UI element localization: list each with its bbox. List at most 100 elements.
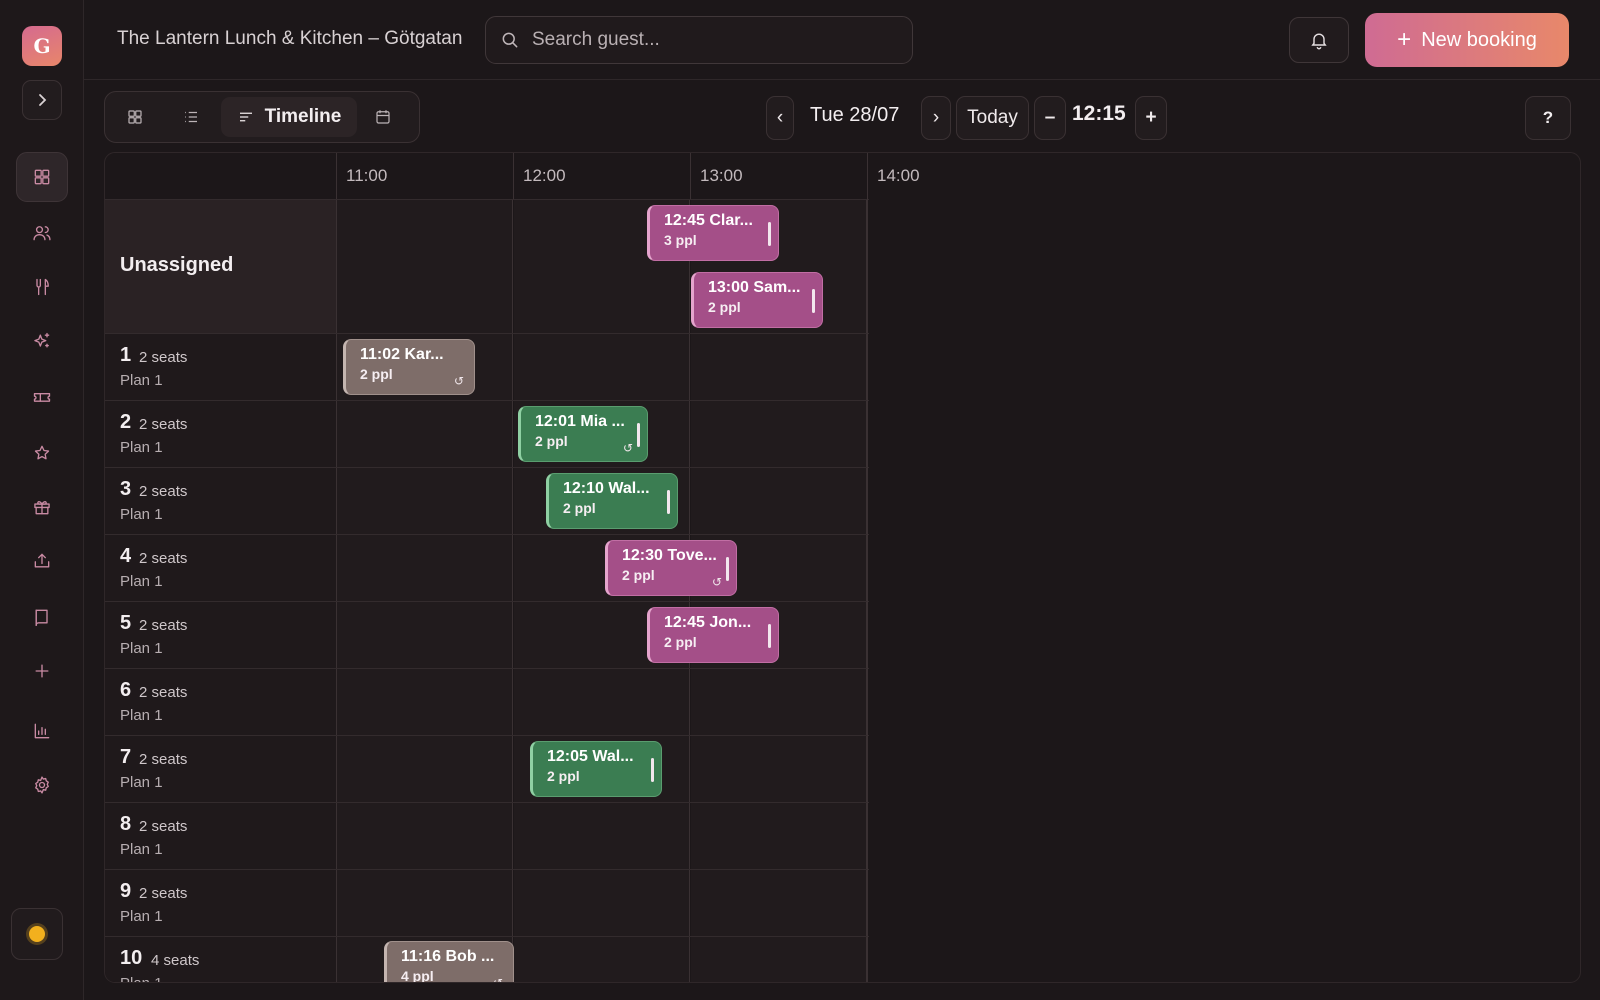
table-number: 5 xyxy=(120,612,132,634)
booking-title: 12:10 Wal... xyxy=(563,480,650,497)
booking-title: 12:05 Wal... xyxy=(547,748,634,765)
time-slot[interactable] xyxy=(691,669,867,735)
current-date[interactable]: Tue 28/07 xyxy=(810,104,899,127)
table-plan: Plan 1 xyxy=(120,506,163,523)
nav-reports[interactable] xyxy=(16,706,68,756)
time-slot[interactable] xyxy=(691,401,867,467)
hour-header: 14:00 xyxy=(867,153,1044,199)
time-slot[interactable] xyxy=(691,736,867,802)
nav-settings[interactable] xyxy=(16,760,68,810)
time-slot[interactable] xyxy=(337,535,513,601)
venue-title[interactable]: The Lantern Lunch & Kitchen – Götgatan xyxy=(117,28,462,50)
search-input[interactable] xyxy=(532,29,892,51)
resize-handle[interactable] xyxy=(812,289,815,313)
row-label: 10 4 seats Plan 1 xyxy=(105,937,337,982)
time-slot[interactable] xyxy=(514,937,690,982)
bell-icon xyxy=(1311,33,1327,50)
booking-title: 12:01 Mia ... xyxy=(535,413,625,430)
table-number: 8 xyxy=(120,813,132,835)
theme-toggle-button[interactable] xyxy=(11,908,63,960)
resize-handle[interactable] xyxy=(768,624,771,648)
timeline-row-table-2: 2 2 seats Plan 1 xyxy=(105,400,869,467)
booking-party-size: 2 ppl xyxy=(563,500,596,516)
time-slot[interactable] xyxy=(337,736,513,802)
booking-card[interactable]: 11:16 Bob ... 4 ppl ↺ xyxy=(384,941,514,982)
nav-guide[interactable] xyxy=(16,592,68,642)
sun-icon xyxy=(29,926,45,942)
booking-card[interactable]: 12:10 Wal... 2 ppl xyxy=(546,473,678,529)
expand-sidebar-button[interactable] xyxy=(22,80,62,120)
star-icon xyxy=(34,445,50,460)
booking-card[interactable]: 12:45 Jon... 2 ppl xyxy=(647,607,779,663)
time-slot[interactable] xyxy=(691,870,867,936)
top-bar: The Lantern Lunch & Kitchen – Götgatan +… xyxy=(84,0,1600,80)
gift-icon xyxy=(34,501,50,515)
resize-handle[interactable] xyxy=(726,557,729,581)
resize-handle[interactable] xyxy=(651,758,654,782)
guest-search[interactable] xyxy=(485,16,913,64)
booking-card[interactable]: 12:05 Wal... 2 ppl xyxy=(530,741,662,797)
nav-dashboard[interactable] xyxy=(16,152,68,202)
resize-handle[interactable] xyxy=(637,423,640,447)
nav-menu[interactable] xyxy=(16,262,68,312)
zoom-out-button[interactable]: – xyxy=(1034,96,1066,140)
booking-card[interactable]: 12:45 Clar... 3 ppl xyxy=(647,205,779,261)
view-list-button[interactable] xyxy=(171,97,211,137)
hour-header: 11:00 xyxy=(336,153,513,199)
prev-day-button[interactable]: ‹ xyxy=(766,96,794,140)
guests-icon xyxy=(33,226,51,241)
nav-guests[interactable] xyxy=(16,208,68,258)
booking-card[interactable]: 11:02 Kar... 2 ppl ↺ xyxy=(343,339,475,395)
time-slot[interactable] xyxy=(514,803,690,869)
hour-header: 13:00 xyxy=(690,153,867,199)
workspace-logo[interactable]: G xyxy=(22,26,62,66)
help-button[interactable]: ? xyxy=(1525,96,1571,140)
view-timeline-button[interactable]: Timeline xyxy=(221,97,357,137)
time-slot[interactable] xyxy=(337,468,513,534)
booking-card[interactable]: 12:01 Mia ... 2 ppl ↺ xyxy=(518,406,648,462)
nav-tickets[interactable] xyxy=(16,372,68,422)
resize-handle[interactable] xyxy=(667,490,670,514)
time-slot[interactable] xyxy=(514,334,690,400)
time-slot[interactable] xyxy=(691,937,867,982)
time-slot[interactable] xyxy=(514,669,690,735)
table-seats: 2 seats xyxy=(139,483,188,500)
nav-add[interactable] xyxy=(16,646,68,696)
view-calendar-button[interactable] xyxy=(363,97,403,137)
booking-card[interactable]: 12:30 Tove... 2 ppl ↺ xyxy=(605,540,737,596)
time-slot[interactable] xyxy=(337,870,513,936)
table-plan: Plan 1 xyxy=(120,774,163,791)
timeline-row-table-8: 8 2 seats Plan 1 xyxy=(105,802,869,869)
today-button[interactable]: Today xyxy=(956,96,1029,140)
timeline-label: Timeline xyxy=(264,106,342,127)
time-slot[interactable] xyxy=(514,870,690,936)
repeat-guest-icon: ↺ xyxy=(622,441,633,455)
booking-card[interactable]: 13:00 Sam... 2 ppl xyxy=(691,272,823,328)
time-slot[interactable] xyxy=(337,602,513,668)
notifications-button[interactable] xyxy=(1289,17,1349,63)
calendar-view-icon xyxy=(376,110,390,124)
view-grid-button[interactable] xyxy=(115,97,155,137)
time-slot[interactable] xyxy=(337,803,513,869)
new-booking-button[interactable]: + New booking xyxy=(1365,13,1569,67)
booking-title: 13:00 Sam... xyxy=(708,279,801,296)
plus-icon xyxy=(35,664,49,678)
nav-export[interactable] xyxy=(16,536,68,586)
nav-reviews[interactable] xyxy=(16,428,68,478)
time-slot[interactable] xyxy=(337,669,513,735)
timeline-grid: 11:00 12:00 13:00 14:00 Unassigned 1 2 s… xyxy=(104,152,1581,983)
next-day-button[interactable]: › xyxy=(921,96,951,140)
nav-gift-cards[interactable] xyxy=(16,482,68,532)
zoom-in-button[interactable]: + xyxy=(1135,96,1167,140)
time-slot[interactable] xyxy=(337,401,513,467)
table-seats: 2 seats xyxy=(139,751,188,768)
timeline-row-table-3: 3 2 seats Plan 1 xyxy=(105,467,869,534)
resize-handle[interactable] xyxy=(768,222,771,246)
list-view-icon xyxy=(185,111,197,123)
time-slot[interactable] xyxy=(691,803,867,869)
time-slot[interactable] xyxy=(691,468,867,534)
booking-party-size: 2 ppl xyxy=(708,299,741,315)
nav-ai[interactable] xyxy=(16,316,68,366)
time-slot[interactable] xyxy=(337,200,513,333)
time-slot[interactable] xyxy=(691,334,867,400)
